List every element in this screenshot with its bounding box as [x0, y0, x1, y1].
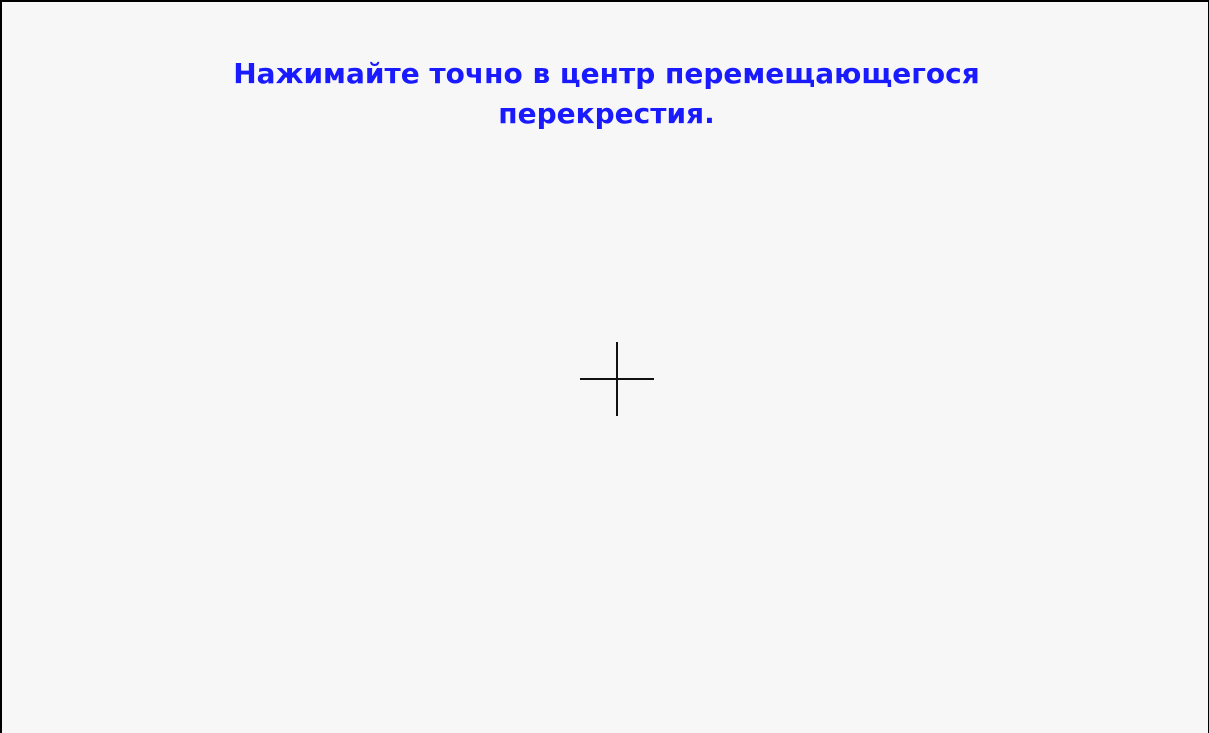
calibration-screen[interactable]: Нажимайте точно в центр перемещающегося …: [0, 0, 1209, 733]
instruction-line-1: Нажимайте точно в центр перемещающегося: [233, 57, 980, 90]
crosshair-vertical-line: [616, 342, 618, 416]
instruction-text: Нажимайте точно в центр перемещающегося …: [2, 54, 1209, 134]
crosshair-icon[interactable]: [580, 342, 654, 416]
instruction-line-2: перекрестия.: [498, 97, 715, 130]
